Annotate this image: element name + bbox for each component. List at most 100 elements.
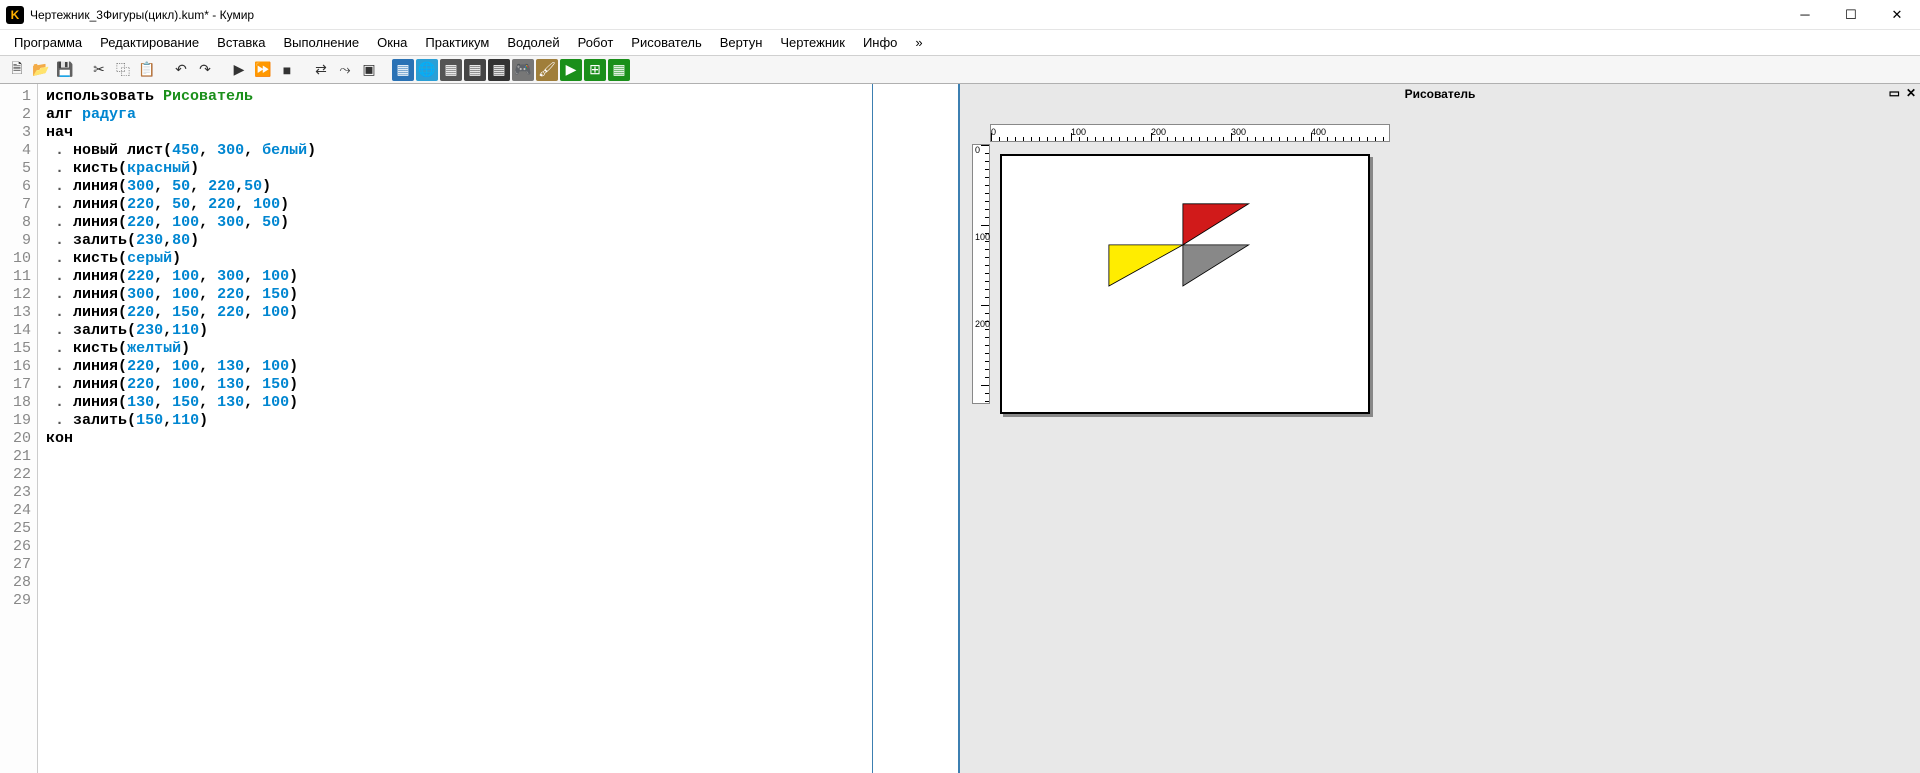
menu-9[interactable]: Вертун <box>712 32 771 53</box>
triangle-grey <box>1183 245 1249 286</box>
undo-icon[interactable]: ↶ <box>170 59 192 81</box>
drawer-pane: Рисователь ▭ ✕ 0100200300400 0100200 <box>960 84 1920 773</box>
code-line-29[interactable] <box>46 592 864 610</box>
editor-margin <box>873 84 958 773</box>
menu-11[interactable]: Инфо <box>855 32 905 53</box>
copy-icon[interactable]: ⿻ <box>112 59 134 81</box>
menu-3[interactable]: Выполнение <box>275 32 367 53</box>
line-no-2: 2 <box>0 106 31 124</box>
module-green2-icon[interactable]: ⊞ <box>584 59 606 81</box>
module-globe-icon[interactable]: 🌐 <box>416 59 438 81</box>
code-line-15[interactable]: . кисть(желтый) <box>46 340 864 358</box>
module-grid-icon[interactable]: ▦ <box>440 59 462 81</box>
line-no-19: 19 <box>0 412 31 430</box>
trace-icon[interactable]: ⤳ <box>334 59 356 81</box>
toolbar: 🗎📂💾✂⿻📋↶↷▶⏩■⇄⤳▣▦🌐▦▦▦🎮🖌▶⊞▦ <box>0 56 1920 84</box>
code-line-10[interactable]: . кисть(серый) <box>46 250 864 268</box>
module-brush-icon[interactable]: 🖌 <box>536 59 558 81</box>
panel-restore-icon[interactable]: ▭ <box>1889 86 1900 100</box>
menu-bar: ПрограммаРедактированиеВставкаВыполнение… <box>0 30 1920 56</box>
menu-2[interactable]: Вставка <box>209 32 273 53</box>
module-green1-icon[interactable]: ▶ <box>560 59 582 81</box>
code-line-13[interactable]: . линия(220, 150, 220, 100) <box>46 304 864 322</box>
line-no-5: 5 <box>0 160 31 178</box>
module-grid2-icon[interactable]: ▦ <box>464 59 486 81</box>
menu-12[interactable]: » <box>907 32 930 53</box>
minimize-button[interactable]: ─ <box>1782 0 1828 30</box>
title-bar: K Чертежник_3Фигуры(цикл).kum* - Кумир ─… <box>0 0 1920 30</box>
code-line-8[interactable]: . линия(220, 100, 300, 50) <box>46 214 864 232</box>
line-no-16: 16 <box>0 358 31 376</box>
code-line-14[interactable]: . залить(230,110) <box>46 322 864 340</box>
paste-icon[interactable]: 📋 <box>136 59 158 81</box>
triangle-yellow <box>1109 245 1183 286</box>
new-file-icon[interactable]: 🗎 <box>6 59 28 81</box>
code-line-28[interactable] <box>46 574 864 592</box>
code-line-3[interactable]: нач <box>46 124 864 142</box>
code-line-11[interactable]: . линия(220, 100, 300, 100) <box>46 268 864 286</box>
menu-1[interactable]: Редактирование <box>92 32 207 53</box>
menu-0[interactable]: Программа <box>6 32 90 53</box>
code-line-18[interactable]: . линия(130, 150, 130, 100) <box>46 394 864 412</box>
module-green3-icon[interactable]: ▦ <box>608 59 630 81</box>
code-line-12[interactable]: . линия(300, 100, 220, 150) <box>46 286 864 304</box>
code-line-21[interactable] <box>46 448 864 466</box>
menu-8[interactable]: Рисователь <box>623 32 709 53</box>
step-icon[interactable]: ⇄ <box>310 59 332 81</box>
menu-7[interactable]: Робот <box>570 32 622 53</box>
line-no-15: 15 <box>0 340 31 358</box>
save-icon[interactable]: 💾 <box>54 59 76 81</box>
code-line-23[interactable] <box>46 484 864 502</box>
code-line-22[interactable] <box>46 466 864 484</box>
line-no-26: 26 <box>0 538 31 556</box>
code-line-25[interactable] <box>46 520 864 538</box>
window-icon[interactable]: ▣ <box>358 59 380 81</box>
code-line-6[interactable]: . линия(300, 50, 220,50) <box>46 178 864 196</box>
code-line-26[interactable] <box>46 538 864 556</box>
menu-4[interactable]: Окна <box>369 32 415 53</box>
redo-icon[interactable]: ↷ <box>194 59 216 81</box>
stop-icon[interactable]: ■ <box>276 59 298 81</box>
code-line-27[interactable] <box>46 556 864 574</box>
window-title: Чертежник_3Фигуры(цикл).kum* - Кумир <box>30 8 1782 22</box>
maximize-button[interactable]: ☐ <box>1828 0 1874 30</box>
module-1-icon[interactable]: ▦ <box>392 59 414 81</box>
editor-pane: 1234567891011121314151617181920212223242… <box>0 84 960 773</box>
line-no-20: 20 <box>0 430 31 448</box>
code-line-17[interactable]: . линия(220, 100, 130, 150) <box>46 376 864 394</box>
code-line-24[interactable] <box>46 502 864 520</box>
line-no-7: 7 <box>0 196 31 214</box>
code-line-5[interactable]: . кисть(красный) <box>46 160 864 178</box>
line-no-17: 17 <box>0 376 31 394</box>
open-folder-icon[interactable]: 📂 <box>30 59 52 81</box>
code-line-19[interactable]: . залить(150,110) <box>46 412 864 430</box>
run-fast-icon[interactable]: ⏩ <box>252 59 274 81</box>
menu-5[interactable]: Практикум <box>417 32 497 53</box>
ruler-horizontal: 0100200300400 <box>990 124 1390 142</box>
code-editor[interactable]: использовать Рисовательалг радуганач . н… <box>38 84 873 773</box>
code-line-9[interactable]: . залить(230,80) <box>46 232 864 250</box>
code-line-1[interactable]: использовать Рисователь <box>46 88 864 106</box>
module-grid3-icon[interactable]: ▦ <box>488 59 510 81</box>
line-no-10: 10 <box>0 250 31 268</box>
line-no-14: 14 <box>0 322 31 340</box>
code-line-16[interactable]: . линия(220, 100, 130, 100) <box>46 358 864 376</box>
line-no-13: 13 <box>0 304 31 322</box>
cut-icon[interactable]: ✂ <box>88 59 110 81</box>
canvas-wrap: 0100200300400 0100200 <box>960 104 1920 773</box>
menu-10[interactable]: Чертежник <box>772 32 853 53</box>
panel-close-icon[interactable]: ✕ <box>1906 86 1916 100</box>
code-line-7[interactable]: . линия(220, 50, 220, 100) <box>46 196 864 214</box>
module-joy-icon[interactable]: 🎮 <box>512 59 534 81</box>
menu-6[interactable]: Водолей <box>499 32 567 53</box>
ruler-vertical: 0100200 <box>972 144 990 404</box>
run-icon[interactable]: ▶ <box>228 59 250 81</box>
line-no-22: 22 <box>0 466 31 484</box>
close-button[interactable]: ✕ <box>1874 0 1920 30</box>
code-line-2[interactable]: алг радуга <box>46 106 864 124</box>
line-no-9: 9 <box>0 232 31 250</box>
code-line-20[interactable]: кон <box>46 430 864 448</box>
line-no-1: 1 <box>0 88 31 106</box>
code-line-4[interactable]: . новый лист(450, 300, белый) <box>46 142 864 160</box>
line-no-28: 28 <box>0 574 31 592</box>
